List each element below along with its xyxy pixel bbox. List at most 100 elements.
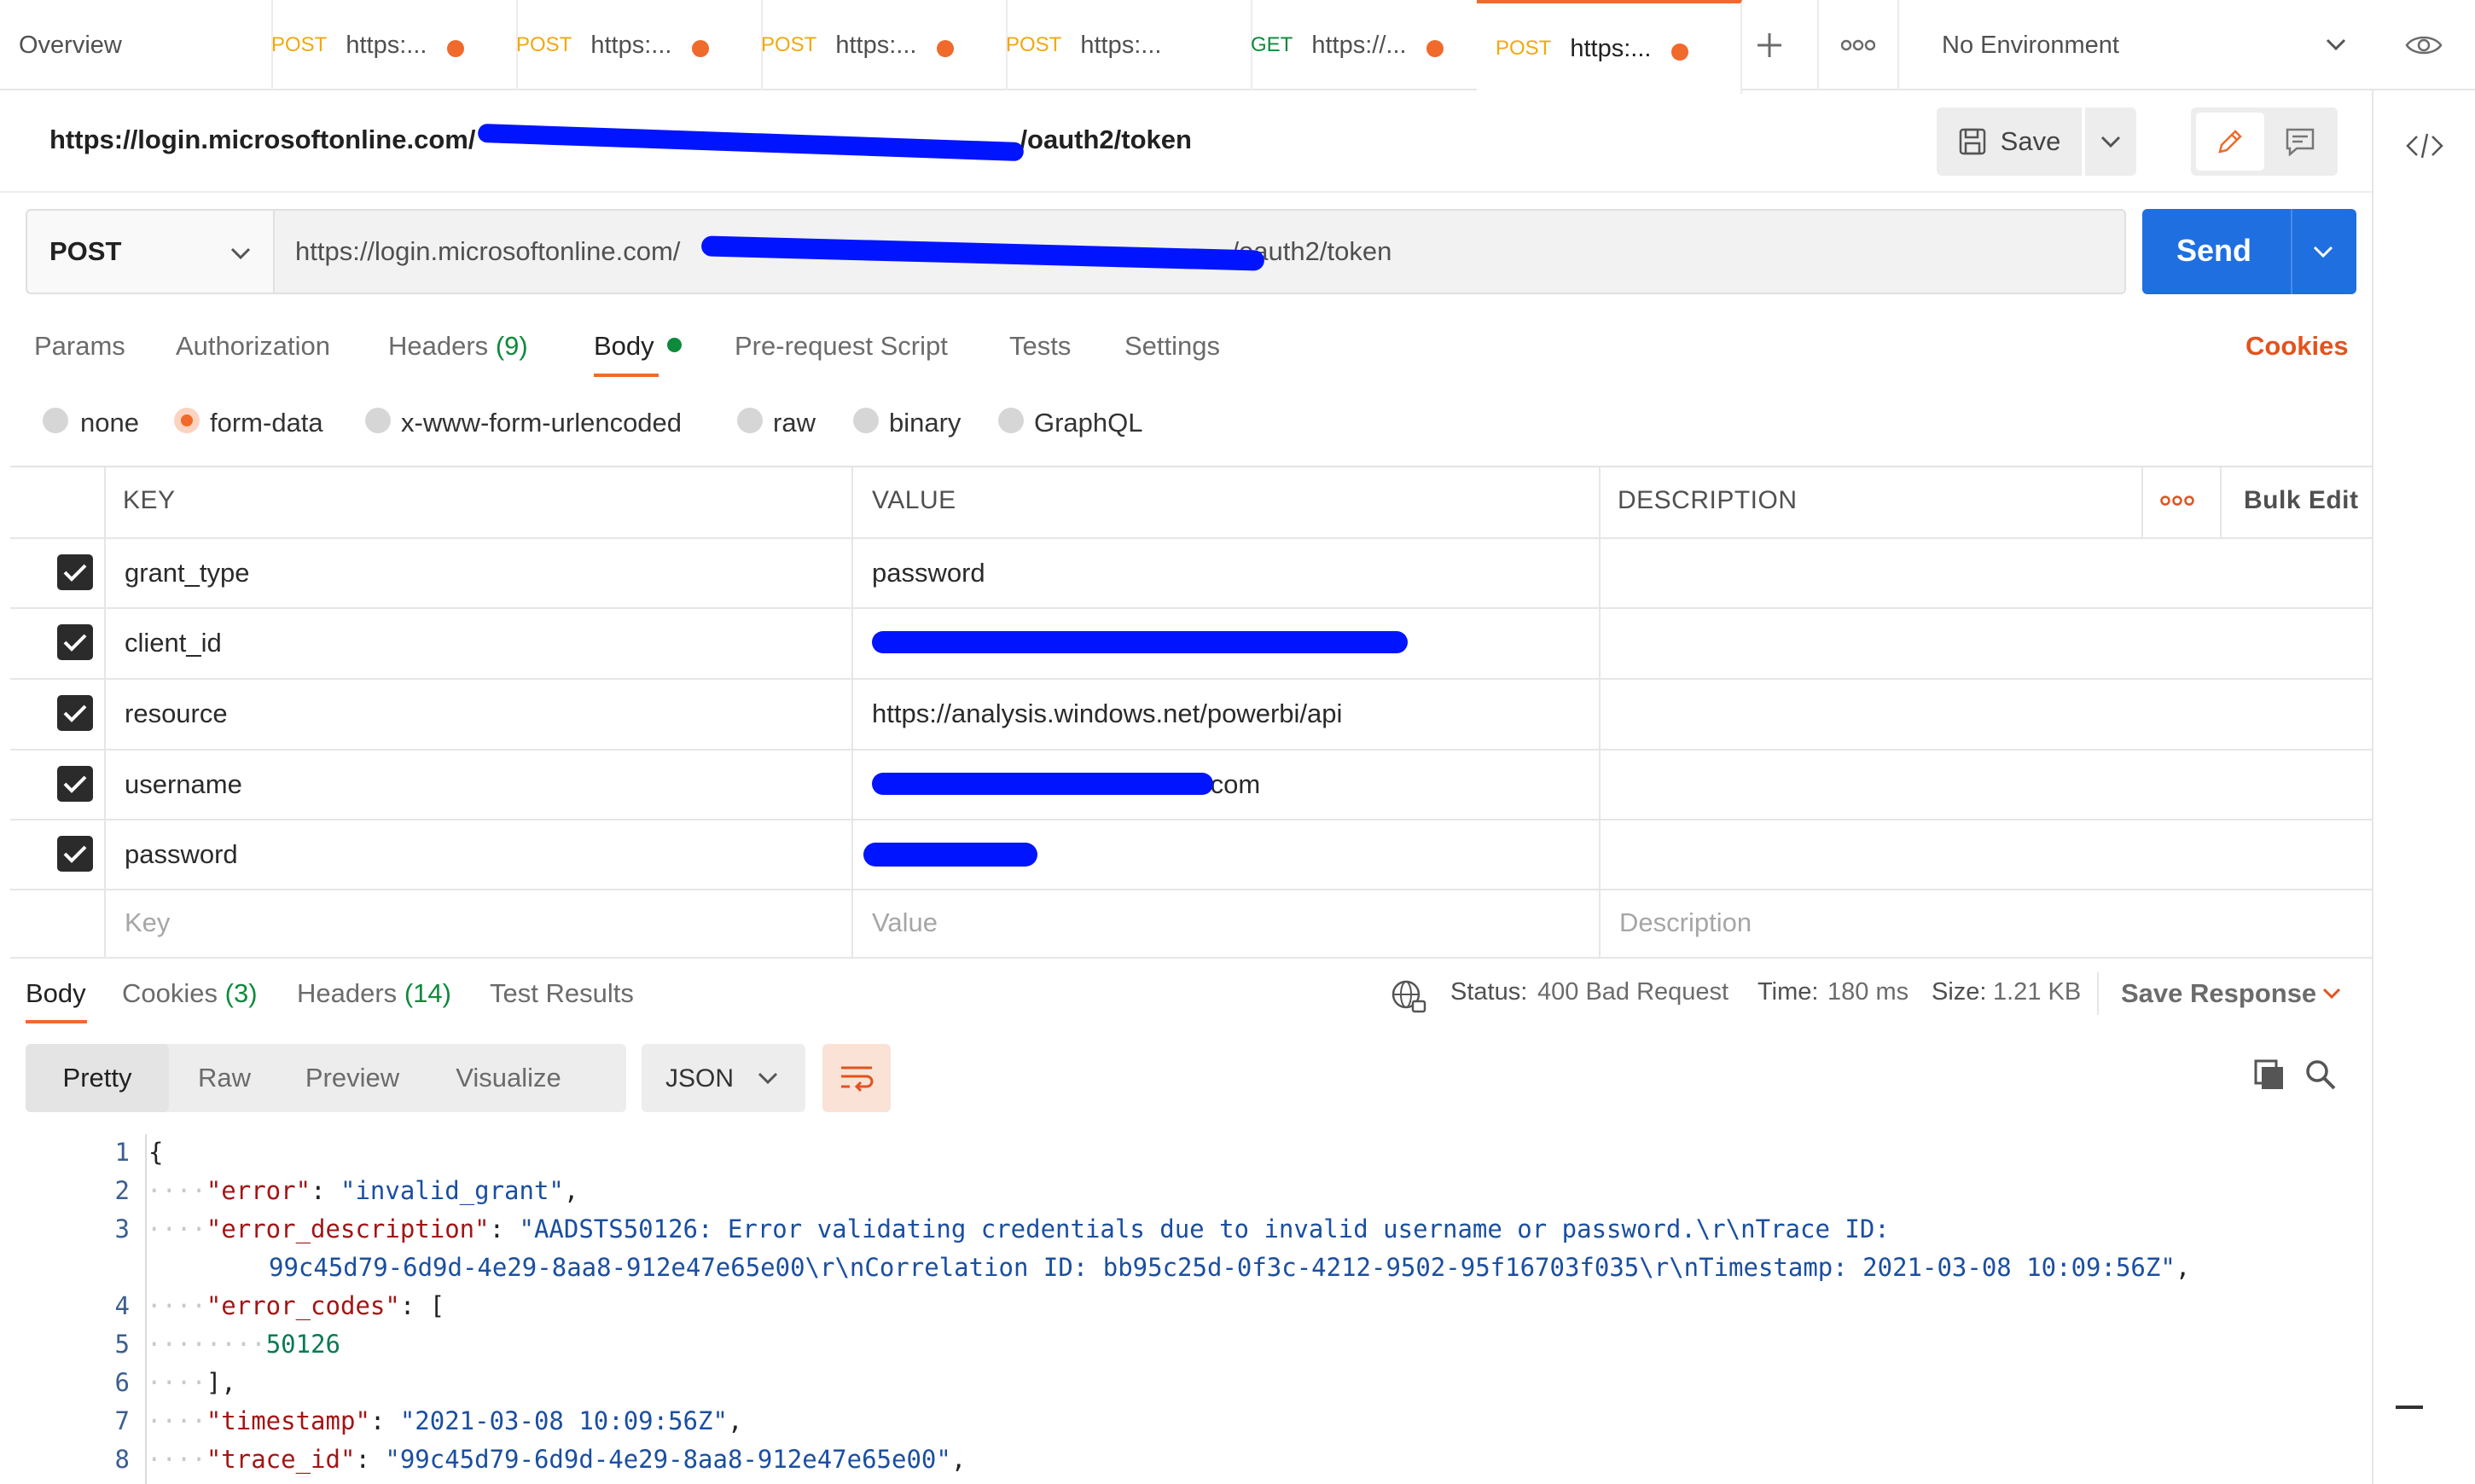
line-number: 1 <box>114 1138 130 1167</box>
table-options-button[interactable] <box>2160 495 2194 507</box>
chevron-down-icon[interactable] <box>2322 988 2341 1000</box>
response-tab-cookies[interactable]: Cookies (3) <box>122 978 258 1009</box>
response-tab-headers[interactable]: Headers (14) <box>297 978 451 1009</box>
row-checkbox[interactable] <box>57 624 93 660</box>
time-label: Time: <box>1757 978 1819 1006</box>
row-value[interactable]: https://analysis.windows.net/powerbi/api <box>872 699 1342 729</box>
plus-icon <box>1757 33 1781 57</box>
tab-tests[interactable]: Tests <box>1009 331 1071 362</box>
edit-mode-button[interactable] <box>2196 113 2264 171</box>
headers-count: (9) <box>495 331 528 361</box>
line-number: 7 <box>114 1406 130 1435</box>
tab-authorization[interactable]: Authorization <box>176 331 330 362</box>
tab-body-label: Body <box>594 331 654 361</box>
unsaved-dot-icon <box>1671 43 1688 61</box>
radio-form-data[interactable] <box>174 408 200 433</box>
format-select[interactable]: JSON <box>642 1044 805 1112</box>
search-button[interactable] <box>2304 1058 2338 1092</box>
tab-request-5[interactable]: GET https://... <box>1232 0 1497 90</box>
tab-overview-label: Overview <box>19 31 122 59</box>
response-tab-test-results[interactable]: Test Results <box>490 978 634 1009</box>
code-line: ····"error_description": "AADSTS50126: E… <box>147 1214 1890 1243</box>
json-key: "error_codes" <box>206 1291 400 1320</box>
tab-headers[interactable]: Headers (9) <box>388 331 528 362</box>
more-horizontal-icon <box>2160 496 2194 506</box>
line-number: 2 <box>114 1176 130 1205</box>
network-globe-icon[interactable] <box>1391 979 1426 1013</box>
row-key[interactable]: grant_type <box>125 558 250 588</box>
copy-button[interactable] <box>2252 1058 2286 1092</box>
code-snippet-button[interactable] <box>2399 125 2450 167</box>
new-tab-button[interactable] <box>1722 0 1819 90</box>
radio-none[interactable] <box>43 408 68 433</box>
response-body-viewer[interactable]: 1 2 3 4 5 6 7 8 { ····"error": "invalid_… <box>10 1126 2373 1484</box>
response-tab-body[interactable]: Body <box>26 978 86 1009</box>
radio-raw[interactable] <box>737 408 763 433</box>
tab-request-6-active[interactable]: POST https:... <box>1477 0 1742 94</box>
radio-binary-label: binary <box>889 408 962 438</box>
view-raw[interactable]: Raw <box>169 1044 280 1112</box>
copy-icon <box>2254 1059 2283 1089</box>
tab-bar: Overview POST https:... POST https:... P… <box>0 0 2475 94</box>
radio-urlencoded[interactable] <box>365 408 391 433</box>
row-key[interactable]: username <box>125 769 242 800</box>
chevron-down-icon <box>2100 136 2121 148</box>
comments-mode-button[interactable] <box>2268 113 2333 171</box>
save-options-button[interactable] <box>2085 107 2136 176</box>
new-key-input[interactable]: Key <box>125 907 170 938</box>
json-bracket: ], <box>206 1368 236 1397</box>
send-button[interactable]: Send <box>2142 209 2356 294</box>
chevron-down-icon[interactable] <box>2313 245 2333 258</box>
view-pretty[interactable]: Pretty <box>26 1044 169 1112</box>
checkmark-icon <box>63 564 87 582</box>
tab-options-button[interactable] <box>1819 0 1897 90</box>
radio-none-label: none <box>80 408 139 438</box>
row-checkbox[interactable] <box>57 766 93 802</box>
tab-request-4[interactable]: POST https:... <box>987 0 1252 90</box>
row-checkbox[interactable] <box>57 836 93 872</box>
new-description-input[interactable]: Description <box>1619 907 1752 938</box>
wrap-lines-button[interactable] <box>822 1044 891 1112</box>
radio-graphql[interactable] <box>998 408 1024 433</box>
new-value-input[interactable]: Value <box>872 907 938 938</box>
view-preview[interactable]: Preview <box>280 1044 425 1112</box>
tab-overview[interactable]: Overview <box>0 0 273 90</box>
row-key[interactable]: client_id <box>125 628 222 658</box>
tab-request-2[interactable]: POST https:... <box>497 0 763 90</box>
save-button[interactable]: Save <box>1937 107 2082 176</box>
radio-raw-label: raw <box>773 408 816 438</box>
tab-pre-request-script[interactable]: Pre-request Script <box>735 331 948 362</box>
redaction-mark <box>872 631 1408 653</box>
row-key[interactable]: password <box>125 839 238 870</box>
divider <box>2097 972 2099 1015</box>
tab-body-active[interactable]: Body <box>594 331 654 362</box>
tab-request-3[interactable]: POST https:... <box>742 0 1008 90</box>
tab-method: POST <box>516 33 572 56</box>
tab-method: POST <box>271 33 328 56</box>
column-header-description: DESCRIPTION <box>1618 486 1798 514</box>
scroll-indicator[interactable] <box>2396 1406 2423 1409</box>
environment-quick-look-button[interactable] <box>2372 0 2475 90</box>
code-line: ····], <box>147 1368 236 1397</box>
radio-graphql-label: GraphQL <box>1034 408 1143 438</box>
request-title-prefix: https://login.microsoftonline.com/ <box>49 125 476 154</box>
tab-settings[interactable]: Settings <box>1124 331 1220 362</box>
radio-binary[interactable] <box>853 408 879 433</box>
column-header-value: VALUE <box>872 486 956 514</box>
checkmark-icon <box>63 634 87 652</box>
row-value[interactable]: password <box>872 558 985 588</box>
row-checkbox[interactable] <box>57 695 93 731</box>
method-select[interactable]: POST <box>27 211 275 293</box>
bulk-edit-link[interactable]: Bulk Edit <box>2244 486 2359 515</box>
environment-selector[interactable]: No Environment <box>1897 0 2353 90</box>
row-divider <box>10 819 2372 820</box>
save-response-button[interactable]: Save Response <box>2121 978 2316 1009</box>
view-visualize[interactable]: Visualize <box>425 1044 592 1112</box>
tab-params[interactable]: Params <box>34 331 125 362</box>
chevron-down-icon <box>758 1072 778 1085</box>
tab-request-1[interactable]: POST https:... <box>253 0 518 90</box>
request-url-bar: POST https://login.microsoftonline.com//… <box>26 209 2126 294</box>
row-checkbox[interactable] <box>57 554 93 590</box>
cookies-link[interactable]: Cookies <box>2246 331 2349 362</box>
row-key[interactable]: resource <box>125 699 228 729</box>
